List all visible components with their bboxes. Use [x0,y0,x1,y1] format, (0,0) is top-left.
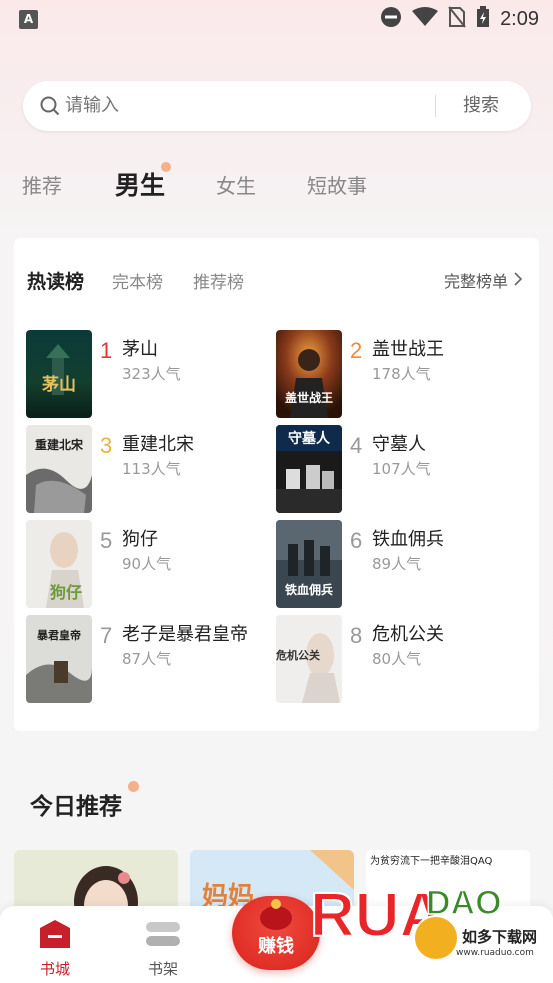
recommend-card-3-text: 为贫穷流下一把辛酸泪QAQ [370,856,493,867]
cover-7-text: 暴君皇帝 [36,628,81,642]
book-item-3[interactable]: 重建北宋 3 重建北宋 113人气 [26,425,266,513]
rank-number: 5 [100,528,113,553]
tab-recommend[interactable]: 推荐 [22,170,62,199]
book-title: 铁血佣兵 [372,529,444,550]
rank-number: 7 [100,623,113,648]
book-item-5[interactable]: 狗仔 5 狗仔 90人气 [26,520,266,608]
nav-bookshelf[interactable]: 书架 [133,918,193,979]
book-title: 守墓人 [372,434,426,455]
book-item-1[interactable]: 茅山 1 茅山 323人气 [26,330,266,418]
nav-bookstore[interactable]: 书城 [25,918,85,979]
full-list-label: 完整榜单 [443,272,508,291]
book-popularity: 107人气 [372,460,431,478]
ranking-card: 热读榜 完本榜 推荐榜 完整榜单 茅山 1 茅山 323人气 盖世战王 2 盖世… [14,238,539,731]
search-input[interactable] [65,81,425,131]
book-title: 茅山 [122,339,158,360]
nav-bookstore-label: 书城 [39,960,70,978]
cover-6-text: 铁血佣兵 [285,582,333,597]
cover-8-text: 危机公关 [276,648,320,662]
watermark-name: 如多下载网 [462,928,538,946]
book-item-8[interactable]: 危机公关 8 危机公关 80人气 [276,615,516,703]
book-cover-6: 铁血佣兵 [276,520,342,608]
rank-number: 4 [350,433,363,458]
search-divider [435,95,436,117]
title-dot [128,781,139,792]
ranking-tab-hot[interactable]: 热读榜 [27,267,84,294]
bookshelf-icon [146,922,180,946]
category-tabs: 推荐 男生 女生 短故事 [0,160,553,210]
cover-2-text: 盖世战王 [285,390,333,405]
search-icon [40,96,60,116]
book-cover-8: 危机公关 [276,615,342,703]
book-popularity: 178人气 [372,365,431,383]
book-cover-4: 守墓人 [276,425,342,513]
cover-1-text: 茅山 [42,375,76,395]
chevron-right-icon [514,271,523,290]
book-title: 盖世战王 [372,339,444,360]
book-popularity: 113人气 [122,460,181,478]
book-title: 危机公关 [372,624,444,645]
no-sim-icon [448,6,466,32]
book-popularity: 80人气 [372,650,422,668]
book-item-4[interactable]: 守墓人 4 守墓人 107人气 [276,425,516,513]
cover-4-text: 守墓人 [288,430,331,447]
tab-female[interactable]: 女生 [216,170,256,199]
book-cover-5: 狗仔 [26,520,92,608]
book-cover-2: 盖世战王 [276,330,342,418]
book-popularity: 323人气 [122,365,181,383]
search-button[interactable]: 搜索 [463,81,499,131]
watermark-url: www.ruaduo.com [456,948,534,958]
app-notification-icon: A [19,10,38,29]
book-title: 重建北宋 [122,434,194,455]
tab-indicator-dot [161,162,171,172]
do-not-disturb-icon [380,6,402,32]
book-popularity: 89人气 [372,555,422,573]
watermark-logo: RUA DAO [309,880,502,961]
cover-5-text: 狗仔 [50,583,82,602]
rank-number: 2 [350,338,363,363]
book-item-2[interactable]: 盖世战王 2 盖世战王 178人气 [276,330,516,418]
full-list-link[interactable]: 完整榜单 [443,268,523,292]
tab-male[interactable]: 男生 [115,166,165,202]
book-cover-3: 重建北宋 [26,425,92,513]
today-recommend-title: 今日推荐 [30,794,122,820]
cover-3-text: 重建北宋 [35,437,84,452]
nav-bookshelf-label: 书架 [147,960,178,978]
book-cover-1: 茅山 [26,330,92,418]
battery-charging-icon [476,6,490,32]
wifi-icon [412,7,439,31]
book-popularity: 87人气 [122,650,172,668]
book-item-6[interactable]: 铁血佣兵 6 铁血佣兵 89人气 [276,520,516,608]
rank-number: 1 [100,338,113,363]
ranking-tab-complete[interactable]: 完本榜 [112,268,163,293]
ranking-tab-recommend[interactable]: 推荐榜 [193,268,244,293]
tab-short-story[interactable]: 短故事 [307,170,367,199]
rank-number: 6 [350,528,363,553]
book-item-7[interactable]: 暴君皇帝 7 老子是暴君皇帝 87人气 [26,615,266,703]
status-icons: 2:09 [380,6,539,32]
book-cover-7: 暴君皇帝 [26,615,92,703]
book-title: 狗仔 [122,529,158,550]
clock: 2:09 [500,7,539,30]
rank-number: 8 [350,623,363,648]
book-title: 老子是暴君皇帝 [122,624,248,645]
status-bar: A 2:09 [0,0,553,40]
search-box[interactable]: 搜索 [23,81,531,131]
site-watermark: RUA DAO 如多下载网 www.ruaduo.com [306,870,538,980]
book-popularity: 90人气 [122,555,172,573]
bookstore-icon [40,920,70,948]
rank-number: 3 [100,433,113,458]
